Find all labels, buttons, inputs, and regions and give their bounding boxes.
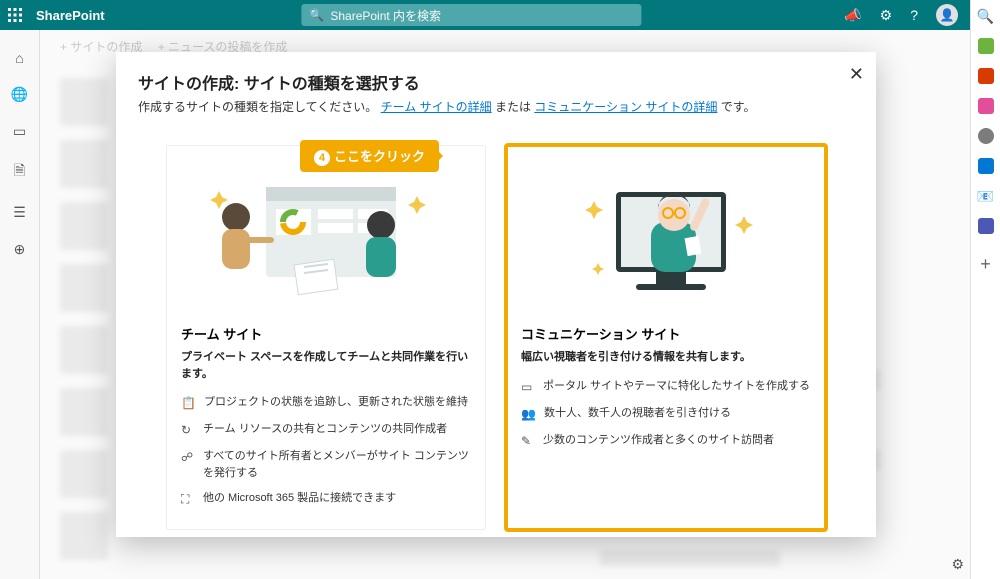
app-icon-6[interactable]: 📧 bbox=[978, 188, 994, 204]
comm-card-title: コミュニケーション サイト bbox=[521, 324, 811, 343]
instruction-callout: 4 ここをクリック bbox=[300, 140, 439, 172]
search-placeholder: SharePoint 内を検索 bbox=[330, 7, 441, 24]
app-icon-2[interactable] bbox=[978, 68, 994, 84]
callout-number: 4 bbox=[314, 150, 330, 166]
left-nav: ⌂ 🌐 ▭ 🗎 ☰ ⊕ bbox=[0, 30, 40, 579]
create-icon[interactable]: ⊕ bbox=[14, 241, 26, 258]
suite-header: SharePoint 🔍 SharePoint 内を検索 📣 ⚙ ? 👤 bbox=[0, 0, 970, 30]
app-icon-5[interactable] bbox=[978, 158, 994, 174]
comm-card-desc: 幅広い視聴者を引き付ける情報を共有します。 bbox=[521, 349, 811, 366]
app-icon-7[interactable] bbox=[978, 218, 994, 234]
home-icon[interactable]: ⌂ bbox=[15, 50, 23, 66]
modal-title: サイトの作成: サイトの種類を選択する bbox=[138, 70, 854, 94]
settings-gear-icon[interactable]: ⚙ bbox=[951, 556, 964, 573]
share-icon: ☍ bbox=[181, 448, 195, 481]
app-launcher-icon[interactable] bbox=[0, 0, 30, 30]
app-title: SharePoint bbox=[36, 8, 105, 23]
user-avatar[interactable]: 👤 bbox=[936, 4, 958, 26]
app-icon-4[interactable] bbox=[978, 128, 994, 144]
clipboard-icon: 📋 bbox=[181, 394, 196, 412]
app-icon-3[interactable] bbox=[978, 98, 994, 114]
modal-subtitle: 作成するサイトの種類を指定してください。 チーム サイトの詳細 または コミュニ… bbox=[138, 98, 854, 115]
comm-site-illustration bbox=[521, 162, 811, 312]
list-icon[interactable]: ☰ bbox=[13, 204, 26, 221]
refresh-icon: ↻ bbox=[181, 421, 195, 439]
callout-text: ここをクリック bbox=[334, 149, 425, 164]
megaphone-icon[interactable]: 📣 bbox=[844, 7, 861, 24]
author-icon: ✎ bbox=[521, 432, 535, 450]
add-icon[interactable]: + bbox=[978, 256, 994, 272]
help-icon[interactable]: ? bbox=[910, 7, 918, 23]
team-site-details-link[interactable]: チーム サイトの詳細 bbox=[381, 100, 492, 114]
browser-sidebar: 🔍 📧 + bbox=[970, 0, 1000, 579]
window-icon: ▭ bbox=[521, 378, 535, 396]
close-button[interactable]: ✕ bbox=[849, 64, 864, 85]
settings-icon[interactable]: ⚙ bbox=[880, 7, 893, 24]
search-icon[interactable]: 🔍 bbox=[978, 8, 994, 24]
comm-site-details-link[interactable]: コミュニケーション サイトの詳細 bbox=[534, 100, 717, 114]
app-icon-1[interactable] bbox=[978, 38, 994, 54]
files-icon[interactable]: 🗎 bbox=[14, 160, 25, 184]
search-icon: 🔍 bbox=[309, 8, 324, 22]
people-icon: 👥 bbox=[521, 405, 536, 423]
team-card-desc: プライベート スペースを作成してチームと共同作業を行います。 bbox=[181, 349, 471, 382]
create-site-modal: ✕ サイトの作成: サイトの種類を選択する 作成するサイトの種類を指定してくださ… bbox=[116, 52, 876, 537]
search-box[interactable]: 🔍 SharePoint 内を検索 bbox=[301, 4, 641, 26]
team-site-card[interactable]: チーム サイト プライベート スペースを作成してチームと共同作業を行います。 📋… bbox=[166, 145, 486, 530]
communication-site-card[interactable]: コミュニケーション サイト 幅広い視聴者を引き付ける情報を共有します。 ▭ポータ… bbox=[506, 145, 826, 530]
team-card-title: チーム サイト bbox=[181, 324, 471, 343]
news-icon[interactable]: ▭ bbox=[13, 123, 26, 140]
globe-icon[interactable]: 🌐 bbox=[11, 86, 28, 103]
team-site-illustration bbox=[181, 162, 471, 312]
link-icon: ⛶ bbox=[181, 490, 195, 508]
